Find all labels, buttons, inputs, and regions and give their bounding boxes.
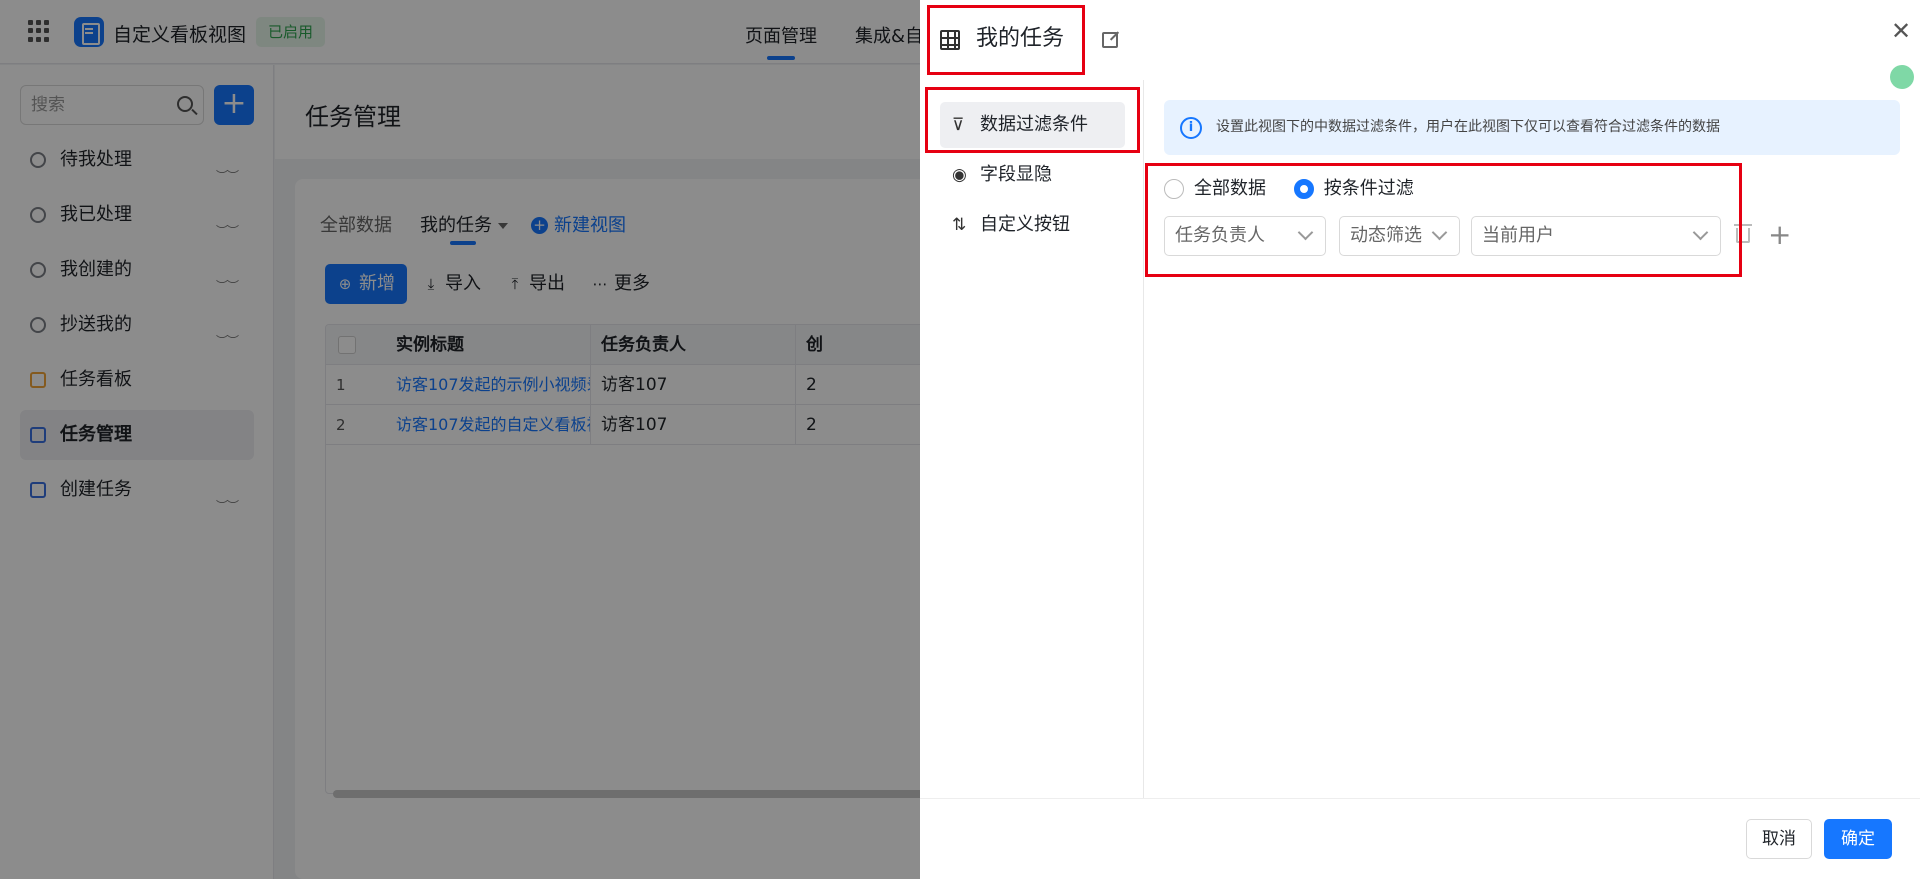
drawer-footer: 取消 确定 [920, 798, 1920, 879]
add-condition-icon[interactable]: + [1768, 220, 1791, 250]
menu-item-label: 自定义按钮 [980, 214, 1070, 235]
cancel-button[interactable]: 取消 [1746, 819, 1812, 859]
info-icon: i [1180, 117, 1202, 139]
filter-highlight-box [1145, 163, 1742, 277]
menu-highlight-box [925, 87, 1140, 153]
title-highlight-box [927, 5, 1085, 75]
settings-menu: ⊽ 数据过滤条件 ◉ 字段显隐 ⇅ 自定义按钮 [920, 80, 1144, 798]
edit-icon[interactable] [1102, 32, 1118, 48]
view-settings-drawer: 我的任务 ✕ ⊽ 数据过滤条件 ◉ 字段显隐 ⇅ 自定义按钮 i 设置此视图下的… [920, 0, 1920, 879]
close-icon[interactable]: ✕ [1890, 19, 1912, 43]
sort-arrows-icon: ⇅ [952, 215, 967, 235]
menu-item-label: 字段显隐 [980, 164, 1052, 185]
eye-icon: ◉ [952, 165, 967, 185]
info-text: 设置此视图下的中数据过滤条件，用户在此视图下仅可以查看符合过滤条件的数据 [1216, 119, 1720, 135]
info-banner: i 设置此视图下的中数据过滤条件，用户在此视图下仅可以查看符合过滤条件的数据 [1164, 100, 1900, 155]
menu-item-custom-buttons[interactable]: ⇅ 自定义按钮 [940, 202, 1125, 248]
menu-item-field-visibility[interactable]: ◉ 字段显隐 [940, 152, 1125, 198]
confirm-button[interactable]: 确定 [1824, 819, 1892, 859]
status-dot [1890, 65, 1914, 89]
